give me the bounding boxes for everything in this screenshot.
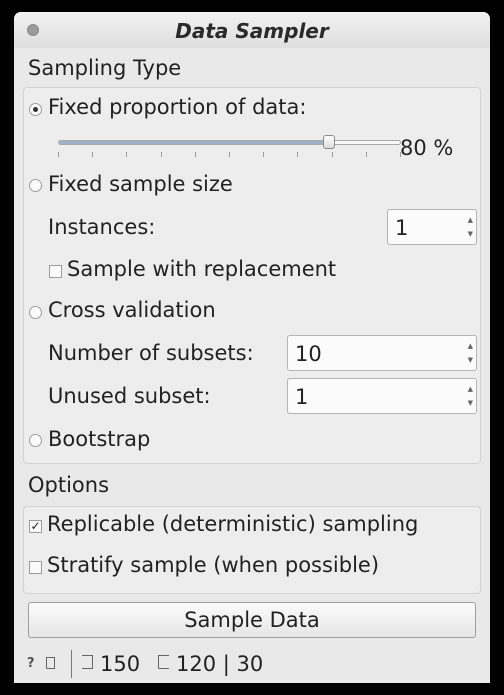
subsets-spinbox[interactable]: 10 ▲ ▼	[287, 335, 477, 371]
spin-arrows: ▲ ▼	[463, 379, 476, 413]
unused-subset-value[interactable]: 1	[295, 385, 308, 409]
options-label: Options	[28, 473, 110, 497]
bootstrap-radio[interactable]	[29, 434, 42, 447]
instances-spinbox[interactable]: 1 ▲ ▼	[387, 209, 477, 245]
proportion-value: 80 %	[400, 136, 454, 160]
replacement-checkbox[interactable]	[49, 265, 62, 278]
instances-value[interactable]: 1	[395, 216, 408, 240]
instances-label: Instances:	[48, 215, 156, 239]
fixed-proportion-label[interactable]: Fixed proportion of data:	[48, 95, 306, 119]
replicable-checkbox[interactable]: ✓	[29, 520, 42, 533]
slider-tick	[229, 152, 230, 157]
spin-down-icon[interactable]: ▼	[468, 400, 473, 407]
slider-tick	[331, 152, 333, 157]
input-data-icon	[82, 655, 93, 669]
sampling-type-group: Fixed proportion of data: 80 % Fixed sam…	[23, 87, 481, 464]
slider-tick	[194, 152, 196, 157]
proportion-slider-fill	[59, 141, 334, 144]
slider-tick	[126, 152, 128, 157]
output-data-icon	[158, 655, 169, 669]
replacement-label[interactable]: Sample with replacement	[67, 257, 336, 281]
report-icon[interactable]	[46, 657, 55, 669]
data-sampler-window: Data Sampler Sampling Type Fixed proport…	[14, 12, 490, 683]
spin-arrows: ▲ ▼	[463, 210, 476, 244]
proportion-slider-track[interactable]	[58, 140, 401, 145]
cross-validation-label[interactable]: Cross validation	[48, 298, 216, 322]
stratify-checkbox[interactable]	[29, 561, 42, 574]
sample-data-button[interactable]: Sample Data	[28, 602, 476, 638]
sampling-type-label: Sampling Type	[28, 56, 182, 80]
subsets-value[interactable]: 10	[295, 342, 322, 366]
spin-up-icon[interactable]: ▲	[468, 343, 473, 350]
subsets-label: Number of subsets:	[48, 341, 254, 365]
options-group: ✓ Replicable (deterministic) sampling St…	[23, 506, 481, 594]
fixed-size-label[interactable]: Fixed sample size	[48, 172, 233, 196]
slider-tick	[297, 152, 299, 157]
help-icon[interactable]: ?	[27, 656, 35, 671]
spin-arrows: ▲ ▼	[463, 336, 476, 370]
spin-up-icon[interactable]: ▲	[468, 386, 473, 393]
slider-tick	[92, 152, 94, 157]
unused-subset-label: Unused subset:	[48, 384, 211, 408]
bootstrap-label[interactable]: Bootstrap	[48, 427, 150, 451]
window-title: Data Sampler	[175, 19, 329, 43]
status-bar: ? 150 120 | 30	[14, 646, 490, 683]
fixed-proportion-radio[interactable]	[29, 103, 42, 116]
unused-subset-spinbox[interactable]: 1 ▲ ▼	[287, 378, 477, 414]
fixed-size-radio[interactable]	[29, 179, 42, 192]
replicable-label[interactable]: Replicable (deterministic) sampling	[47, 512, 418, 536]
slider-tick	[263, 152, 265, 157]
title-bar: Data Sampler	[14, 12, 490, 48]
stratify-label[interactable]: Stratify sample (when possible)	[47, 553, 379, 577]
slider-tick	[160, 152, 162, 157]
output-counts: 120 | 30	[176, 652, 264, 676]
input-count: 150	[100, 652, 141, 676]
status-separator	[71, 650, 72, 678]
cross-validation-radio[interactable]	[29, 306, 42, 319]
spin-down-icon[interactable]: ▼	[468, 357, 473, 364]
spin-down-icon[interactable]: ▼	[468, 231, 473, 238]
spin-up-icon[interactable]: ▲	[468, 217, 473, 224]
slider-tick	[365, 152, 367, 157]
proportion-slider-handle[interactable]	[322, 135, 335, 149]
slider-tick	[58, 152, 59, 157]
